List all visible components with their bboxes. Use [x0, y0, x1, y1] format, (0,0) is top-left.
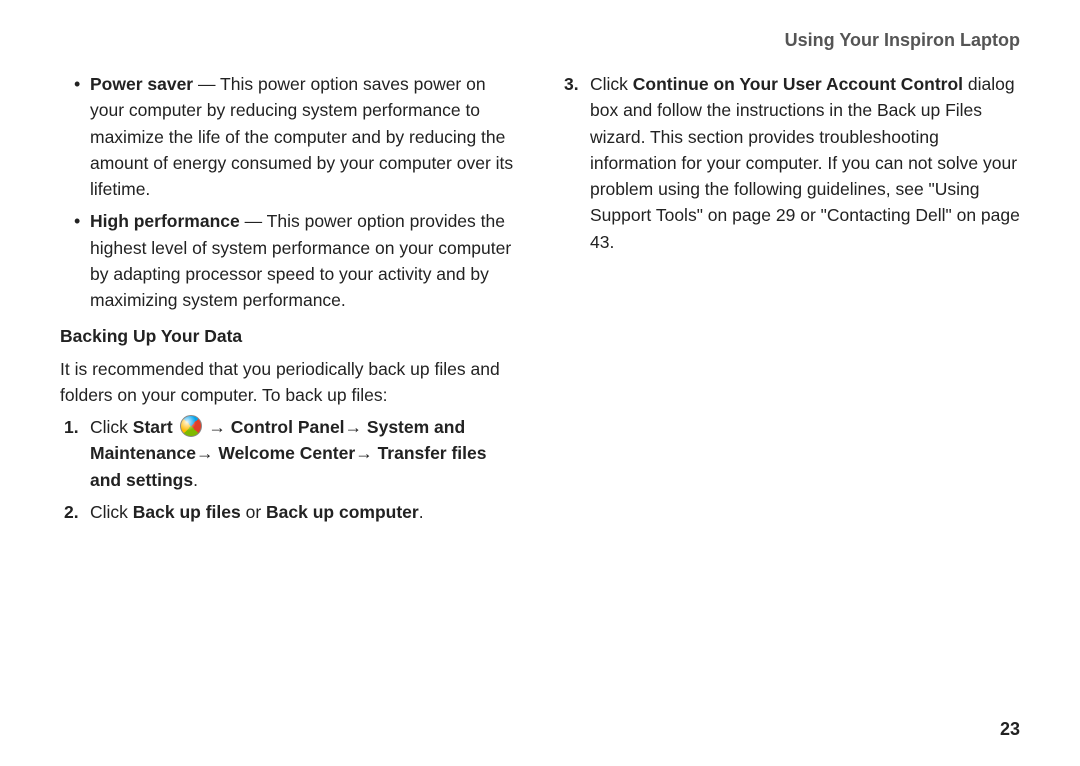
step-1-arrow3: → [196, 443, 218, 463]
step-2: 2. Click Back up files or Back up comput… [60, 499, 520, 525]
step-3-bold: Continue on Your User Account Control [633, 74, 963, 94]
step-2-pre: Click [90, 502, 133, 522]
high-perf-label: High performance [90, 211, 240, 231]
step-1-pre: Click [90, 417, 133, 437]
step-3-pre: Click [590, 74, 633, 94]
bullet-power-saver: Power saver — This power option saves po… [60, 71, 520, 202]
backup-intro: It is recommended that you periodically … [60, 356, 520, 409]
step-1-arrow1: → [208, 417, 230, 437]
step-1-arrow2: → [345, 417, 367, 437]
step-1-path3: Welcome Center [218, 443, 355, 463]
step-2-opt2: Back up computer [266, 502, 419, 522]
windows-start-orb-icon [180, 415, 202, 437]
header-title: Using Your Inspiron Laptop [785, 30, 1020, 50]
step-1-dot: . [193, 470, 198, 490]
right-column: 3. Click Continue on Your User Account C… [560, 71, 1020, 531]
step-2-opt1: Back up files [133, 502, 241, 522]
step-2-number: 2. [64, 499, 79, 525]
bullet-high-performance: High performance — This power option pro… [60, 208, 520, 313]
step-1-arrow4: → [355, 443, 377, 463]
step-1-start: Start [133, 417, 173, 437]
step-1-path1: Control Panel [231, 417, 345, 437]
step-2-or: or [241, 502, 266, 522]
page-header: Using Your Inspiron Laptop [60, 30, 1020, 51]
step-1: 1. Click Start → Control Panel→ System a… [60, 414, 520, 493]
step-1-number: 1. [64, 414, 79, 440]
backup-heading: Backing Up Your Data [60, 323, 520, 349]
step-2-dot: . [419, 502, 424, 522]
step-3-number: 3. [564, 71, 579, 97]
step-3-rest: dialog box and follow the instructions i… [590, 74, 1020, 252]
manual-page: Using Your Inspiron Laptop Power saver —… [0, 0, 1080, 571]
left-column: Power saver — This power option saves po… [60, 71, 520, 531]
two-column-layout: Power saver — This power option saves po… [60, 71, 1020, 531]
power-saver-label: Power saver [90, 74, 193, 94]
step-3: 3. Click Continue on Your User Account C… [560, 71, 1020, 255]
page-number: 23 [1000, 719, 1020, 740]
